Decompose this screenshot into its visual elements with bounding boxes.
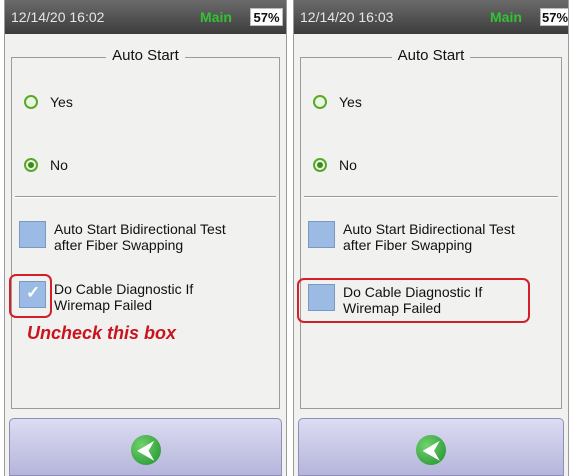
radio-no[interactable]: No xyxy=(24,157,68,173)
radio-label-yes: Yes xyxy=(50,94,73,110)
checkbox-label-cable-diagnostic: Do Cable Diagnostic If Wiremap Failed xyxy=(54,281,194,313)
battery-indicator: 57% xyxy=(540,8,569,26)
annotation-text: Uncheck this box xyxy=(27,323,177,343)
radio-yes[interactable]: Yes xyxy=(313,94,362,110)
radio-label-no: No xyxy=(339,157,357,173)
divider xyxy=(304,196,558,198)
status-time: 12/14/20 16:02 xyxy=(11,9,105,25)
back-arrow-icon[interactable]: ⮜ xyxy=(130,435,161,465)
back-arrow-icon[interactable]: ⮜ xyxy=(416,435,446,465)
divider xyxy=(15,196,276,198)
checkbox-label-bidirectional: Auto Start Bidirectional Test after Fibe… xyxy=(54,221,226,253)
radio-no[interactable]: No xyxy=(313,157,357,173)
radio-button-selected-icon[interactable] xyxy=(24,158,38,172)
highlight-box xyxy=(9,274,52,318)
status-bar: 12/14/20 16:02 Main 57% xyxy=(5,0,286,34)
radio-button-selected-icon[interactable] xyxy=(313,158,327,172)
screen-after: 12/14/20 16:03 Main 57% Auto Start Yes N… xyxy=(293,0,569,476)
radio-button-icon[interactable] xyxy=(24,95,38,109)
checkbox-row-bidirectional[interactable]: Auto Start Bidirectional Test after Fibe… xyxy=(308,221,515,253)
battery-indicator: 57% xyxy=(250,8,283,26)
checkbox-label-bidirectional: Auto Start Bidirectional Test after Fibe… xyxy=(343,221,515,253)
status-bar: 12/14/20 16:03 Main 57% xyxy=(294,0,568,34)
radio-label-yes: Yes xyxy=(339,94,362,110)
highlight-box xyxy=(297,278,530,323)
checkbox-bidirectional[interactable] xyxy=(19,221,46,248)
screen-before: 12/14/20 16:02 Main 57% Auto Start Yes N… xyxy=(4,0,287,476)
checkbox-row-bidirectional[interactable]: Auto Start Bidirectional Test after Fibe… xyxy=(19,221,226,253)
checkbox-bidirectional[interactable] xyxy=(308,221,335,248)
page-title: Auto Start xyxy=(5,47,286,64)
radio-button-icon[interactable] xyxy=(313,95,327,109)
bottom-toolbar: ⮜ xyxy=(298,418,564,476)
status-mode: Main xyxy=(490,9,522,25)
radio-label-no: No xyxy=(50,157,68,173)
page-title: Auto Start xyxy=(294,47,568,64)
status-mode: Main xyxy=(200,9,232,25)
status-time: 12/14/20 16:03 xyxy=(300,9,394,25)
radio-yes[interactable]: Yes xyxy=(24,94,73,110)
bottom-toolbar: ⮜ xyxy=(9,418,282,476)
